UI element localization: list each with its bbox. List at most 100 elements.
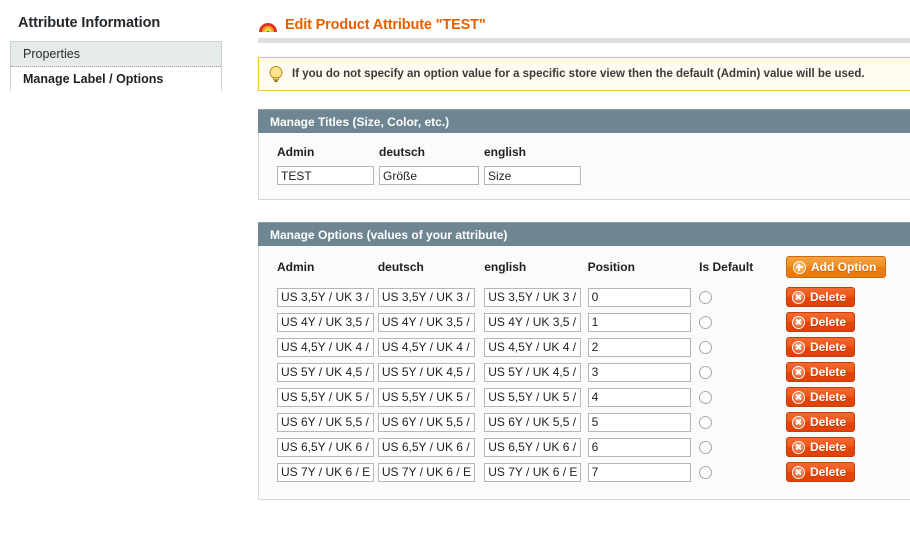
titles-cell-english (484, 166, 586, 185)
titles-col-english: english (484, 145, 527, 159)
option-cell-is-default (699, 312, 786, 337)
option-input-english[interactable] (484, 362, 582, 382)
option-cell-deutsch (377, 287, 484, 312)
option-radio-is-default[interactable] (699, 466, 713, 480)
option-input-english[interactable] (484, 462, 582, 482)
title-input-admin[interactable] (277, 166, 374, 185)
option-cell-deutsch (377, 387, 484, 412)
option-input-position[interactable] (587, 437, 691, 457)
option-cell-actions: Delete (785, 312, 910, 337)
option-cell-position (587, 462, 700, 487)
option-cell-actions: Delete (785, 287, 910, 312)
option-input-position[interactable] (587, 287, 691, 307)
delete-option-label: Delete (809, 390, 846, 404)
option-input-position[interactable] (587, 312, 691, 332)
option-input-deutsch[interactable] (377, 462, 475, 482)
delete-circle-icon (791, 315, 805, 329)
option-radio-is-default[interactable] (699, 391, 713, 405)
option-input-english[interactable] (484, 337, 582, 357)
option-input-deutsch[interactable] (377, 312, 475, 332)
option-radio-is-default[interactable] (699, 291, 713, 305)
delete-option-button[interactable]: Delete (785, 412, 855, 432)
option-cell-is-default (699, 462, 786, 487)
manage-options-panel: Manage Options (values of your attribute… (258, 222, 910, 500)
option-cell-actions: Delete (785, 462, 910, 487)
option-radio-is-default[interactable] (699, 416, 713, 430)
title-input-english[interactable] (484, 166, 581, 185)
option-cell-english (484, 312, 587, 337)
option-input-position[interactable] (587, 337, 691, 357)
option-input-deutsch[interactable] (377, 412, 475, 432)
titles-cell-deutsch (379, 166, 484, 185)
delete-option-button[interactable]: Delete (785, 362, 855, 382)
option-input-deutsch[interactable] (377, 337, 475, 357)
options-header-row: Admin deutsch english Position Is Defaul… (259, 246, 910, 287)
delete-circle-icon (791, 465, 805, 479)
table-row: Delete (259, 387, 910, 412)
option-input-admin[interactable] (277, 412, 374, 432)
options-col-position: Position (587, 260, 635, 274)
option-cell-english (484, 412, 587, 437)
delete-option-label: Delete (809, 465, 846, 479)
option-cell-english (484, 337, 587, 362)
option-input-english[interactable] (484, 412, 582, 432)
option-input-admin[interactable] (277, 462, 374, 482)
option-input-admin[interactable] (277, 287, 374, 307)
option-input-admin[interactable] (277, 437, 374, 457)
option-input-position[interactable] (587, 412, 691, 432)
option-cell-english (484, 437, 587, 462)
manage-titles-body: Admin deutsch english (258, 133, 910, 200)
options-col-deutsch: deutsch (377, 260, 424, 274)
delete-circle-icon (791, 390, 805, 404)
option-input-position[interactable] (587, 387, 691, 407)
option-input-deutsch[interactable] (377, 437, 475, 457)
option-input-position[interactable] (587, 362, 691, 382)
delete-option-button[interactable]: Delete (785, 462, 855, 482)
option-radio-is-default[interactable] (699, 441, 713, 455)
option-cell-is-default (699, 387, 786, 412)
sidebar-item-manage-label-options[interactable]: Manage Label / Options (11, 67, 221, 92)
option-input-position[interactable] (587, 462, 691, 482)
option-input-english[interactable] (484, 312, 582, 332)
option-radio-is-default[interactable] (699, 316, 713, 330)
option-input-deutsch[interactable] (377, 387, 475, 407)
option-cell-actions: Delete (785, 387, 910, 412)
delete-option-button[interactable]: Delete (785, 437, 855, 457)
attribute-information-sidebar: Attribute Information Properties Manage … (0, 0, 232, 541)
option-input-admin[interactable] (277, 337, 374, 357)
title-input-deutsch[interactable] (379, 166, 479, 185)
delete-option-label: Delete (809, 340, 846, 354)
option-cell-actions: Delete (785, 412, 910, 437)
delete-option-button[interactable]: Delete (785, 387, 855, 407)
option-input-admin[interactable] (277, 387, 374, 407)
option-input-admin[interactable] (277, 362, 374, 382)
option-cell-admin (259, 287, 378, 312)
option-cell-deutsch (377, 362, 484, 387)
option-input-english[interactable] (484, 437, 582, 457)
option-input-english[interactable] (484, 387, 582, 407)
add-option-button[interactable]: Add Option (785, 256, 887, 278)
option-input-english[interactable] (484, 287, 582, 307)
option-radio-is-default[interactable] (699, 341, 713, 355)
option-cell-position (587, 362, 700, 387)
option-cell-deutsch (377, 462, 484, 487)
plus-circle-icon (792, 260, 806, 274)
sidebar-item-properties[interactable]: Properties (11, 42, 221, 67)
option-cell-english (484, 462, 587, 487)
manage-titles-header-row: Admin deutsch english (277, 145, 586, 166)
option-input-deutsch[interactable] (377, 362, 475, 382)
option-cell-deutsch (377, 312, 484, 337)
delete-circle-icon (791, 415, 805, 429)
option-input-admin[interactable] (277, 312, 374, 332)
option-radio-is-default[interactable] (699, 366, 713, 380)
title-divider (258, 38, 910, 44)
table-row: Delete (259, 437, 910, 462)
option-cell-is-default (699, 337, 786, 362)
option-cell-admin (259, 362, 378, 387)
option-input-deutsch[interactable] (377, 287, 475, 307)
option-cell-actions: Delete (785, 337, 910, 362)
manage-titles-value-row (277, 166, 586, 185)
delete-option-button[interactable]: Delete (785, 287, 855, 307)
delete-option-button[interactable]: Delete (785, 312, 855, 332)
delete-option-button[interactable]: Delete (785, 337, 855, 357)
